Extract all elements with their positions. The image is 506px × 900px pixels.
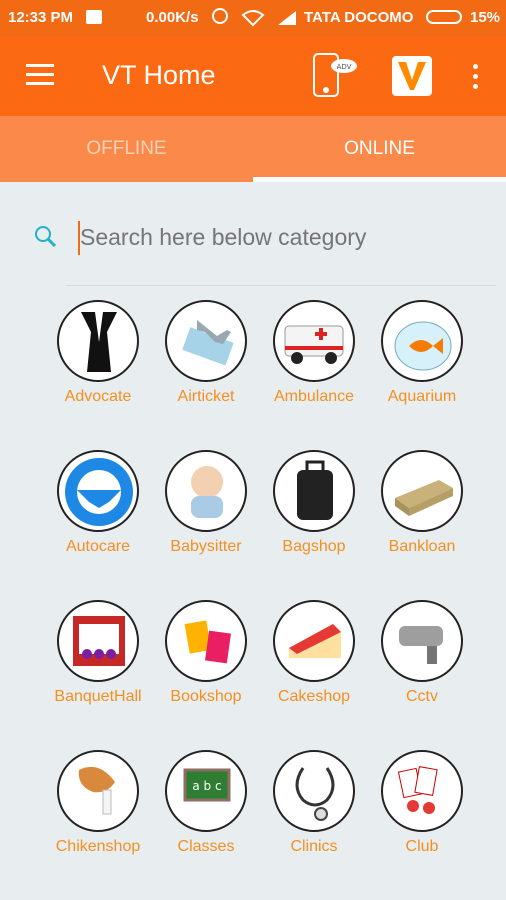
club-icon [381,750,463,832]
gmail-icon [86,10,102,24]
chikenshop-icon [57,750,139,832]
aquarium-icon [381,300,463,382]
category-chikenshop[interactable]: Chikenshop [44,750,152,870]
battery-icon [426,10,462,24]
classes-icon: a b c [165,750,247,832]
status-time: 12:33 PM [8,9,74,26]
wifi-icon [241,9,265,31]
search-input[interactable] [76,217,474,257]
category-bagshop[interactable]: Bagshop [260,450,368,570]
cakeshop-icon [273,600,355,682]
bankloan-icon [381,450,463,532]
category-clinics[interactable]: Clinics [260,750,368,870]
vt-logo-icon[interactable] [392,56,432,96]
category-aquarium[interactable]: Aquarium [368,300,476,420]
category-classes[interactable]: a b c Classes [152,750,260,870]
search-underline [66,285,496,286]
carrier: TATA DOCOMO [304,9,414,26]
category-bankloan[interactable]: Bankloan [368,450,476,570]
network-speed: 0.00K/s [146,9,199,26]
tab-bar: OFFLINE ONLINE [0,116,506,182]
banquethall-icon [57,600,139,682]
search-bar [0,205,506,287]
menu-icon[interactable] [26,64,54,86]
phone-ad-icon[interactable]: ADV [310,50,358,100]
bagshop-icon [273,450,355,532]
category-cakeshop[interactable]: Cakeshop [260,600,368,720]
signal-icon [276,9,298,29]
autocare-icon [57,450,139,532]
alarm-icon [212,8,228,24]
ambulance-icon [273,300,355,382]
search-icon [34,225,57,248]
overflow-menu-icon[interactable] [470,64,480,94]
app-bar: VT Home ADV [0,36,506,116]
tab-selected-indicator [253,177,506,182]
category-club[interactable]: Club [368,750,476,870]
battery-percent: 15% [470,9,501,26]
cctv-icon [381,600,463,682]
clinics-icon [273,750,355,832]
category-bookshop[interactable]: Bookshop [152,600,260,720]
status-bar: 12:33 PM 0.00K/s TATA DOCOMO 15% [0,0,506,36]
advocate-icon [57,300,139,382]
svg-text:a b c: a b c [192,779,221,793]
svg-text:ADV: ADV [337,63,352,71]
category-cctv[interactable]: Cctv [368,600,476,720]
airticket-icon [165,300,247,382]
babysitter-icon [165,450,247,532]
page-title: VT Home [102,60,216,90]
tab-online[interactable]: ONLINE [253,116,506,182]
category-babysitter[interactable]: Babysitter [152,450,260,570]
bookshop-icon [165,600,247,682]
category-autocare[interactable]: Autocare [44,450,152,570]
search-cursor [78,221,80,255]
category-banquethall[interactable]: BanquetHall [44,600,152,720]
tab-offline[interactable]: OFFLINE [0,116,253,182]
category-advocate[interactable]: Advocate [44,300,152,420]
category-airticket[interactable]: Airticket [152,300,260,420]
category-ambulance[interactable]: Ambulance [260,300,368,420]
